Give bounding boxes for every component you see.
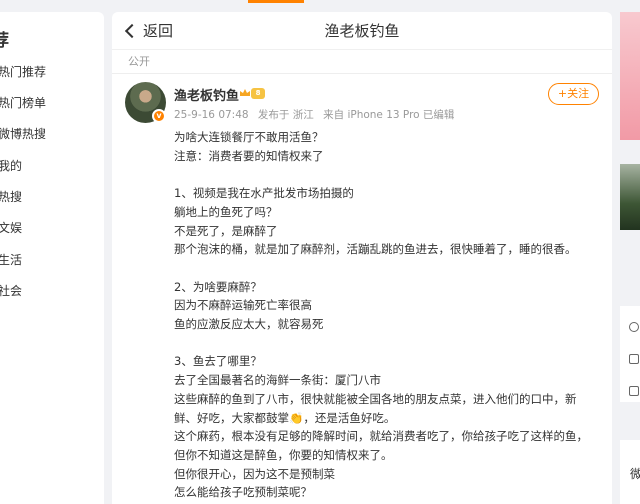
back-button[interactable]: 返回 bbox=[124, 20, 173, 41]
visibility-label: 公开 bbox=[128, 55, 150, 68]
sidebar-item-life[interactable]: 生活 bbox=[0, 251, 22, 268]
chevron-left-icon bbox=[124, 23, 140, 38]
post-line: 躺地上的鱼死了吗？ bbox=[174, 204, 278, 219]
left-sidebar: 荐 热门推荐 热门榜单 微博热搜 我的 热搜 文娱 生活 社会 bbox=[0, 12, 104, 504]
sidebar-item-hot-search[interactable]: 热搜 bbox=[0, 188, 22, 205]
post-line: 因为不麻醉运输死亡率很高 bbox=[174, 298, 312, 313]
right-panel-label: 微 bbox=[630, 467, 640, 481]
post-line: 为啥大连锁餐厅不敢用活鱼？ bbox=[174, 130, 324, 144]
visibility-divider bbox=[112, 73, 612, 74]
document-icon bbox=[629, 354, 639, 364]
author-name[interactable]: 渔老板钓鱼 bbox=[174, 85, 239, 104]
post-line: 鲜、好吃，大家都鼓掌👏，还是活鱼好吃。 bbox=[174, 410, 396, 425]
post-detail-card: 渔老板钓鱼 返回 公开 v 渔老板钓鱼 8 25-9-16 07:48 发布于 … bbox=[112, 12, 612, 504]
post-line: 这个麻药，根本没有足够的降解时间，就给消费者吃了，你给孩子吃了这样的鱼， bbox=[174, 429, 588, 444]
post-body: 为啥大连锁餐厅不敢用活鱼？ 注意：消费者要的知情权来了 1、视频是我在水产批发市… bbox=[174, 128, 606, 502]
sidebar-item-hot-list[interactable]: 热门榜单 bbox=[0, 94, 46, 111]
right-banner-image[interactable] bbox=[620, 12, 640, 140]
shield-icon bbox=[629, 322, 639, 332]
sidebar-title: 荐 bbox=[0, 31, 9, 51]
post-line: 1、视频是我在水产批发市场拍摄的 bbox=[174, 186, 354, 201]
post-line: 3、鱼去了哪里？ bbox=[174, 354, 262, 369]
right-landscape-image[interactable] bbox=[620, 164, 640, 230]
post-line bbox=[174, 259, 606, 278]
sidebar-item-society[interactable]: 社会 bbox=[0, 282, 22, 299]
post-line: 那个泡沫的桶，就是加了麻醉剂，活蹦乱跳的鱼进去，很快睡着了，睡的很香。 bbox=[174, 242, 577, 257]
post-location: 发布于 浙江 bbox=[257, 109, 314, 121]
page-title: 渔老板钓鱼 bbox=[324, 22, 400, 40]
post-meta: 25-9-16 07:48 发布于 浙江 来自 iPhone 13 Pro 已编… bbox=[174, 107, 460, 122]
list-icon bbox=[629, 386, 639, 396]
post-source: 来自 iPhone 13 Pro 已编辑 bbox=[323, 109, 455, 121]
top-nav-active-indicator bbox=[248, 0, 304, 3]
post-date[interactable]: 25-9-16 07:48 bbox=[174, 109, 249, 121]
sidebar-item-mine[interactable]: 我的 bbox=[0, 157, 22, 174]
post-line: 但你不知道这是醉鱼，你要的知情权来了。 bbox=[174, 447, 393, 462]
sidebar-item-entertainment[interactable]: 文娱 bbox=[0, 219, 22, 236]
post-line: 怎么能给孩子吃预制菜呢？ bbox=[174, 485, 312, 500]
post-line: 不是死了，是麻醉了 bbox=[174, 223, 278, 238]
post-line: 去了全国最著名的海鲜一条街：厦门八市 bbox=[174, 373, 381, 388]
post-line: 注意：消费者要的知情权来了 bbox=[174, 148, 324, 163]
card-header: 渔老板钓鱼 返回 bbox=[112, 12, 612, 48]
sidebar-item-weibo-hot-search[interactable]: 微博热搜 bbox=[0, 125, 46, 142]
back-label: 返回 bbox=[143, 22, 174, 40]
post-line bbox=[174, 334, 606, 353]
post-line: 但你很开心，因为这不是预制菜 bbox=[174, 466, 335, 481]
post-line: 2、为啥要麻醉？ bbox=[174, 279, 262, 294]
follow-button[interactable]: +关注 bbox=[548, 83, 599, 105]
post-line bbox=[174, 165, 606, 184]
verified-badge-icon: v bbox=[152, 109, 166, 123]
post-line: 鱼的应激反应太大，就容易死 bbox=[174, 317, 324, 331]
crown-icon bbox=[240, 89, 250, 96]
sidebar-item-hot-recommend[interactable]: 热门推荐 bbox=[0, 63, 46, 80]
header-divider bbox=[112, 49, 612, 50]
post-line: 这些麻醉的鱼到了八市，很快就能被全国各地的朋友点菜，进入他们的口中，新 bbox=[174, 391, 577, 406]
vip-level-badge[interactable]: 8 bbox=[251, 88, 265, 99]
